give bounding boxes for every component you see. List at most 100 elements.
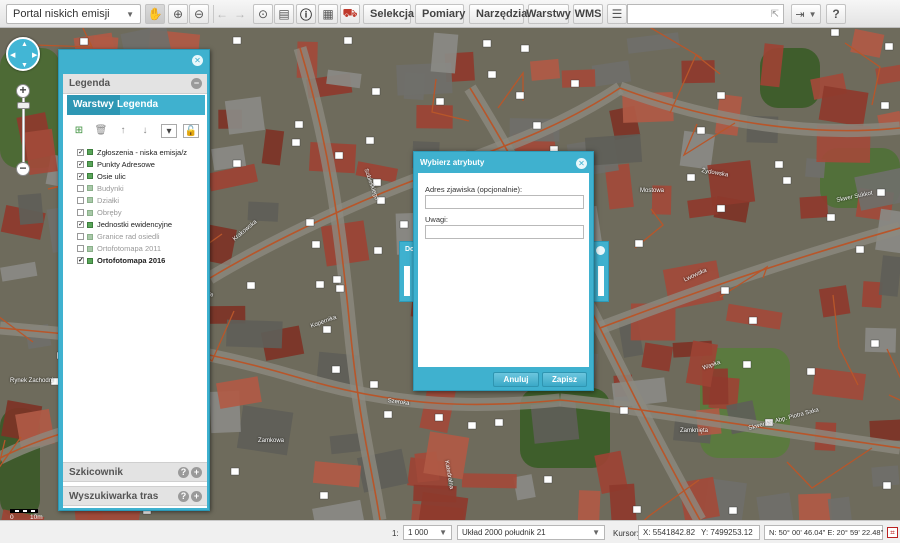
layer-label: Budynki xyxy=(97,183,124,193)
panel-close-icon[interactable]: ✕ xyxy=(192,55,203,66)
menu-narzedzia[interactable]: Narzędzia▼ xyxy=(469,4,539,24)
notes-input[interactable] xyxy=(425,225,584,239)
zoom-slider-plus[interactable]: + xyxy=(16,84,30,98)
map-grid-icon[interactable]: ⌗ xyxy=(887,527,898,538)
layer-checkbox[interactable]: ✓ xyxy=(77,148,84,156)
layer-type-icon xyxy=(87,197,93,204)
dialog-close-icon[interactable]: ✕ xyxy=(576,158,587,169)
wyszukiwarka-section-header[interactable]: Wyszukiwarka tras ? + xyxy=(63,486,207,506)
menu-pomiary-label: Pomiary xyxy=(422,8,466,20)
collapse-icon[interactable]: − xyxy=(191,78,202,89)
layer-type-icon xyxy=(87,221,93,228)
print-button[interactable]: ▤ xyxy=(274,4,294,24)
legend-section-header[interactable]: Legenda − xyxy=(63,74,207,94)
menu-pomiary[interactable]: Pomiary▼ xyxy=(415,4,477,24)
street-label: Rynek Zachodni xyxy=(10,378,54,384)
layer-checkbox[interactable] xyxy=(77,209,84,217)
delete-layer-button[interactable]: 🗑 xyxy=(93,124,109,138)
layer-label: Jednostki ewidencyjne xyxy=(97,220,173,230)
cursor-y: Y: 7499253.12 xyxy=(701,528,753,537)
layer-type-icon xyxy=(87,245,93,252)
cursor-geo: N: 50° 00' 46.04" E: 20° 59' 22.48" xyxy=(769,528,884,537)
cancel-button[interactable]: Anuluj xyxy=(493,372,539,387)
attributes-dialog: Wybierz atrybuty ✕ Adres zjawiska (opcjo… xyxy=(413,151,594,391)
toolbar: Portal niskich emisji ▼ ✋ ⊕ ⊖ ← → ⊙ ▤ ⓘ … xyxy=(0,0,900,28)
layer-checkbox[interactable]: ✓ xyxy=(77,257,84,265)
pan-down-icon[interactable]: ▼ xyxy=(21,62,28,69)
save-button[interactable]: Zapisz xyxy=(542,372,587,387)
help-icon[interactable]: ? xyxy=(178,491,189,502)
zoom-extent-button[interactable]: ⊙ xyxy=(253,4,273,24)
szkicownik-title: Szkicownik xyxy=(69,467,123,478)
layer-item[interactable]: ✓ Jednostki ewidencyjne xyxy=(77,219,207,231)
help-button[interactable]: ? xyxy=(826,4,846,24)
move-up-button[interactable]: ↑ xyxy=(115,124,131,138)
layer-item[interactable]: ✓ Punkty Adresowe xyxy=(77,158,207,170)
zoom-slider-minus[interactable]: − xyxy=(16,162,30,176)
layer-item[interactable]: Ortofotomapa 2011 xyxy=(77,243,207,255)
address-input[interactable] xyxy=(425,195,584,209)
layer-checkbox[interactable]: ✓ xyxy=(77,160,84,168)
menu-warstwy[interactable]: Warstwy xyxy=(526,4,571,24)
scale-select-value: 1 000 xyxy=(408,528,429,537)
add-layer-button[interactable]: ⊞ xyxy=(71,124,87,138)
layer-options-button[interactable]: ▾ xyxy=(161,124,177,138)
expand-icon[interactable]: + xyxy=(191,491,202,502)
menu-selekcja[interactable]: Selekcja▼ xyxy=(363,4,426,24)
pan-control[interactable]: ▲ ▼ ◀ ▶ xyxy=(6,37,40,71)
layer-checkbox[interactable] xyxy=(77,233,84,241)
info-button[interactable]: ⓘ xyxy=(296,4,316,24)
street-label: Zamkowa xyxy=(258,438,285,444)
layer-item[interactable]: Budynki xyxy=(77,182,207,194)
layer-item[interactable]: ✓ Osie ulic xyxy=(77,170,207,182)
zoom-out-button[interactable]: ⊖ xyxy=(189,4,209,24)
crs-select[interactable]: Układ 2000 południk 21 ▼ xyxy=(457,525,605,540)
layer-type-icon xyxy=(87,209,93,216)
report-button[interactable]: ⛟ xyxy=(340,4,360,24)
layer-item[interactable]: Granice rad osiedli xyxy=(77,231,207,243)
pan-button[interactable]: ✋ xyxy=(145,4,165,24)
cursor-xy-field: X: 5541842.82 Y: 7499253.12 xyxy=(638,525,760,540)
search-input[interactable]: ⇱ xyxy=(627,4,784,24)
search-go-icon[interactable]: ⇱ xyxy=(771,9,779,20)
table-button[interactable]: ▦ xyxy=(318,4,338,24)
move-down-button[interactable]: ↓ xyxy=(137,124,153,138)
layer-checkbox[interactable] xyxy=(77,245,84,253)
scale-bar: 0 10m xyxy=(10,509,44,520)
layer-checkbox[interactable] xyxy=(77,196,84,204)
layer-lock-button[interactable]: 🔓 xyxy=(183,124,199,138)
layer-label: Obręby xyxy=(97,208,122,218)
zoom-slider-track[interactable] xyxy=(22,88,25,170)
scale-select[interactable]: 1 000 ▼ xyxy=(403,525,452,540)
help-icon[interactable]: ? xyxy=(178,467,189,478)
tab-legenda[interactable]: Legenda xyxy=(111,95,164,115)
expand-icon[interactable]: + xyxy=(191,467,202,478)
layer-label: Ortofotomapa 2011 xyxy=(97,244,162,254)
layer-item[interactable]: ✓ Ortofotomapa 2016 xyxy=(77,255,207,267)
search-menu-button[interactable]: ☰ xyxy=(607,4,627,24)
layer-item[interactable]: Działki xyxy=(77,194,207,206)
zoom-slider-handle[interactable] xyxy=(17,102,30,109)
chevron-down-icon: ▼ xyxy=(126,9,134,19)
background-dialog-close-icon[interactable] xyxy=(596,246,605,255)
chevron-down-icon: ▼ xyxy=(808,9,817,19)
pan-left-icon[interactable]: ◀ xyxy=(10,52,15,59)
pan-up-icon[interactable]: ▲ xyxy=(21,41,28,48)
layer-checkbox[interactable]: ✓ xyxy=(77,221,84,229)
szkicownik-section-header[interactable]: Szkicownik ? + xyxy=(63,462,207,482)
portal-select-value: Portal niskich emisji xyxy=(13,8,110,20)
layer-checkbox[interactable]: ✓ xyxy=(77,172,84,180)
chevron-down-icon: ▼ xyxy=(439,528,447,537)
menu-selekcja-label: Selekcja xyxy=(370,8,415,20)
back-button[interactable]: ← xyxy=(212,4,232,24)
layer-item[interactable]: ✓ Zgłoszenia - niska emisja/z xyxy=(77,146,207,158)
forward-button[interactable]: → xyxy=(230,4,250,24)
layer-item[interactable]: Obręby xyxy=(77,206,207,218)
login-button[interactable]: ⇥ ▼ xyxy=(791,4,821,24)
layer-checkbox[interactable] xyxy=(77,184,84,192)
portal-select[interactable]: Portal niskich emisji ▼ xyxy=(6,4,141,24)
zoom-in-button[interactable]: ⊕ xyxy=(168,4,188,24)
menu-wms[interactable]: WMS xyxy=(573,4,603,24)
pan-right-icon[interactable]: ▶ xyxy=(32,52,37,59)
layer-label: Punkty Adresowe xyxy=(97,159,155,169)
